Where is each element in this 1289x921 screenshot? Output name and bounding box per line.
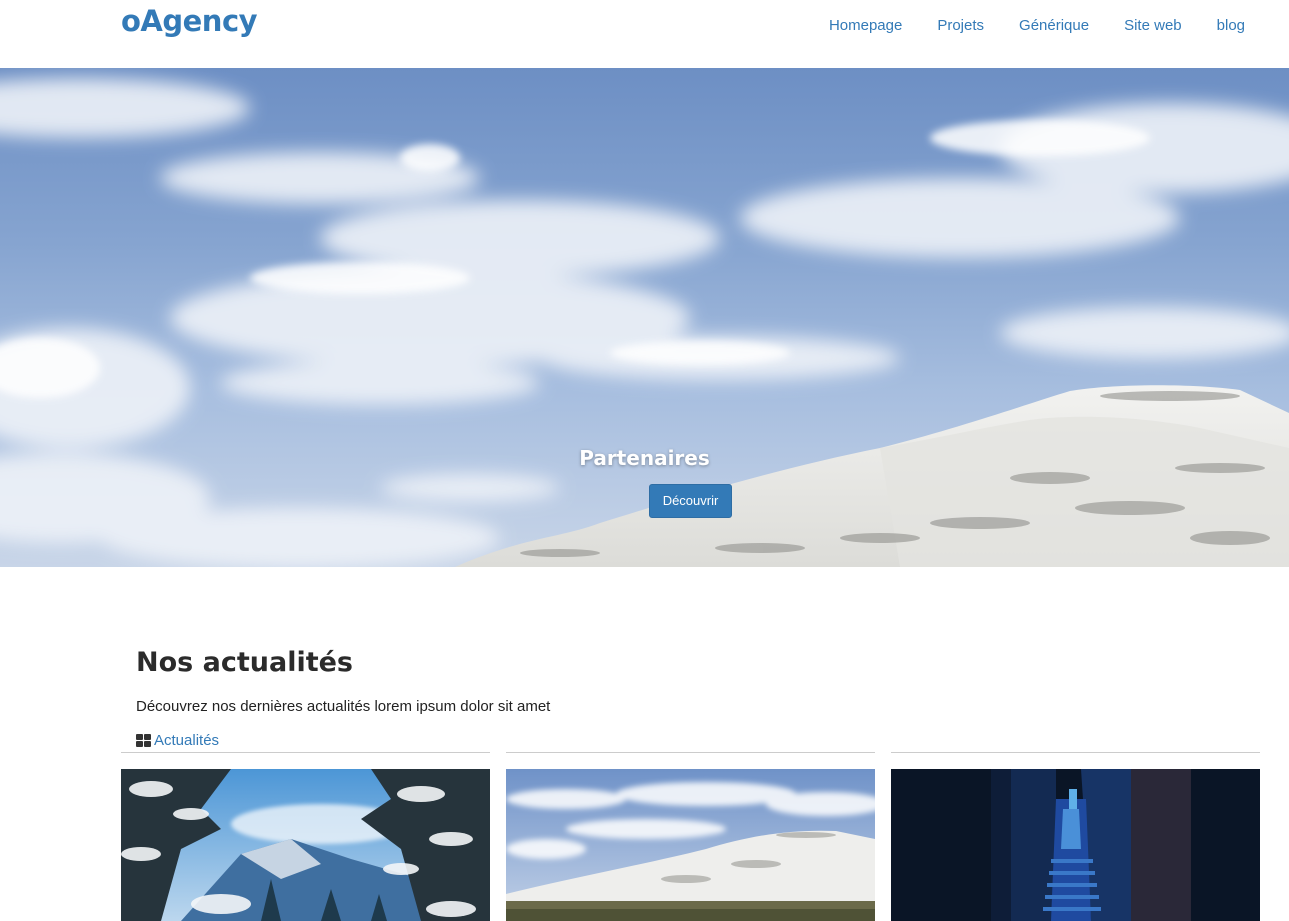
hero-banner: Partenaires Découvrir [0,68,1289,567]
card-divider [506,752,875,753]
card-divider [121,752,490,753]
news-section-subtitle: Découvrez nos dernières actualités lorem… [136,698,551,715]
nav-item-projets[interactable]: Projets [937,17,984,35]
nav-item-site-web[interactable]: Site web [1124,17,1182,35]
nav-item-generique[interactable]: Générique [1019,17,1089,35]
grid-icon [136,734,151,747]
category-label: Actualités [154,732,220,749]
news-card-image-1[interactable] [121,769,490,921]
site-header: oAgency Homepage Projets Générique Site … [0,0,1289,68]
hero-background-image [0,78,1289,567]
nav-item-blog[interactable]: blog [1217,17,1245,35]
news-card-image-3[interactable] [891,769,1260,921]
category-link-actualites[interactable]: Actualités [136,732,219,749]
hero-title: Partenaires [579,446,710,470]
discover-button[interactable]: Découvrir [649,484,732,518]
news-card-image-2[interactable] [506,769,875,921]
card-divider [891,752,1260,753]
nav-item-homepage[interactable]: Homepage [829,17,902,35]
site-logo[interactable]: oAgency [121,4,258,38]
news-section-title: Nos actualités [136,647,353,678]
main-nav: Homepage Projets Générique Site web blog [794,17,1245,35]
